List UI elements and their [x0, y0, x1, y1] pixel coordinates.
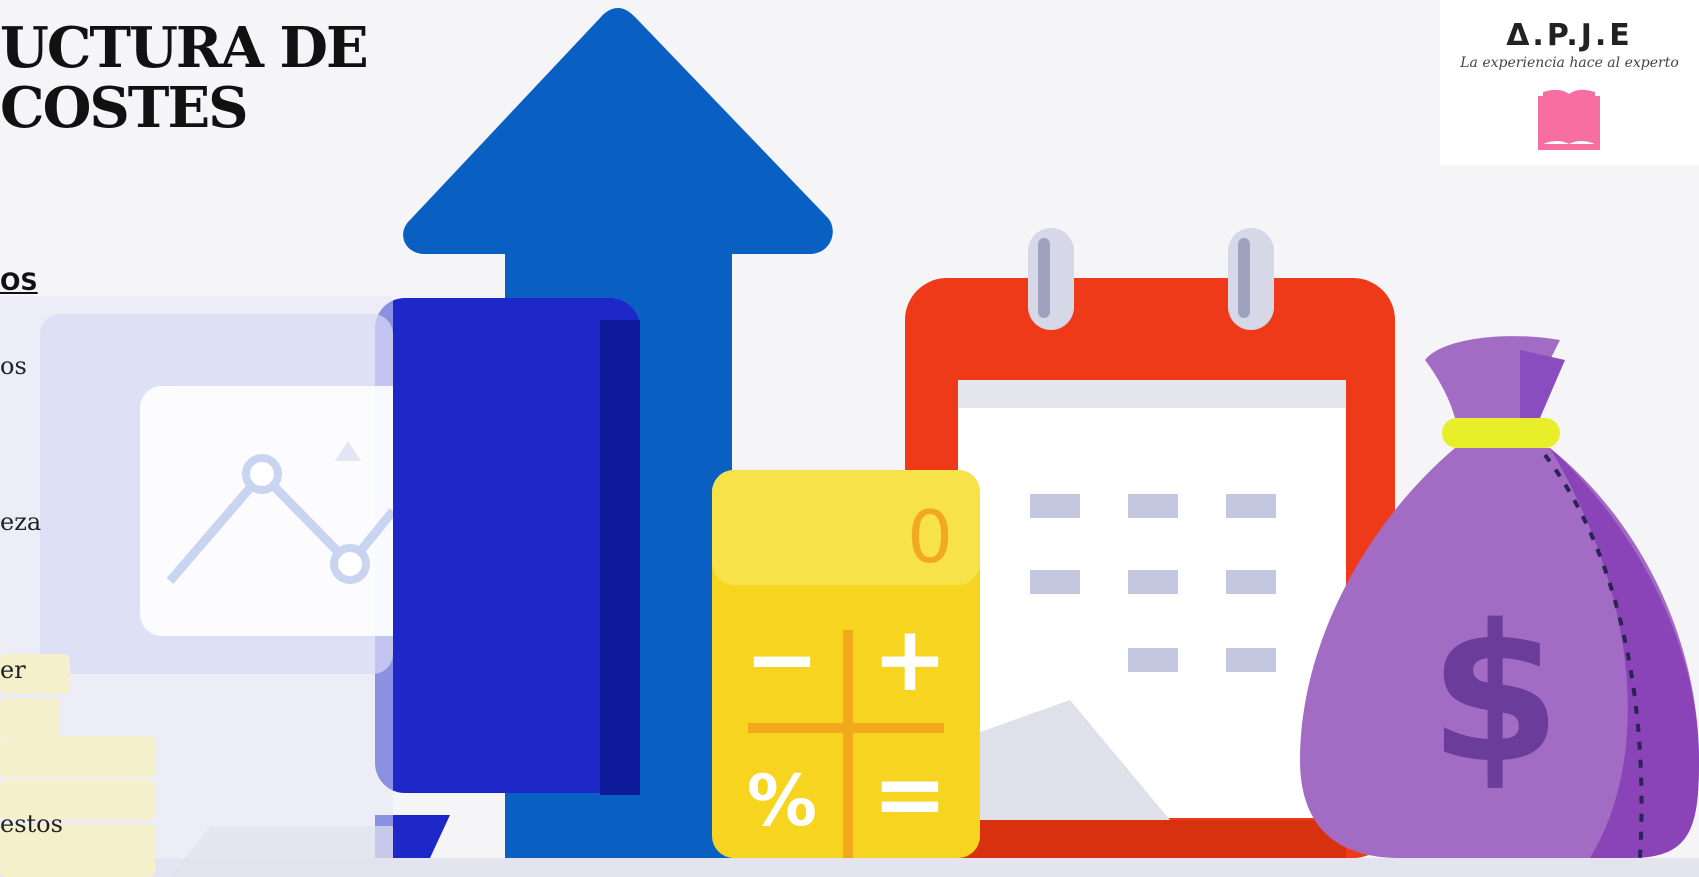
equals-key: =	[872, 742, 947, 847]
chart-graphic	[0, 314, 393, 877]
monitor-icon	[375, 298, 640, 858]
section-heading: OS	[0, 268, 38, 296]
calculator-icon: 0 − + % =	[712, 470, 980, 858]
slide: 0 − + % = $ UCTURA DE COSTES OS os eza e…	[0, 0, 1699, 877]
logo-brand: Δ.P.J.E	[1506, 18, 1633, 53]
logo-tagline: La experiencia hace al experto	[1460, 55, 1679, 71]
calculator-display: 0	[907, 495, 953, 579]
open-book-icon	[1538, 89, 1600, 150]
slide-title-line-2: COSTES	[0, 75, 249, 141]
overlay-panel	[0, 296, 393, 877]
list-item: os	[0, 352, 27, 380]
minus-key: −	[744, 607, 819, 712]
list-item: eza	[0, 508, 42, 536]
list-item: estos	[0, 810, 63, 838]
list-item: er	[0, 656, 26, 684]
dollar-sign: $	[1429, 584, 1561, 805]
plus-key: +	[872, 607, 947, 712]
slide-title-line-1: UCTURA DE	[0, 15, 369, 81]
apje-logo: Δ.P.J.E La experiencia hace al experto	[1440, 0, 1699, 165]
percent-key: %	[747, 760, 817, 842]
